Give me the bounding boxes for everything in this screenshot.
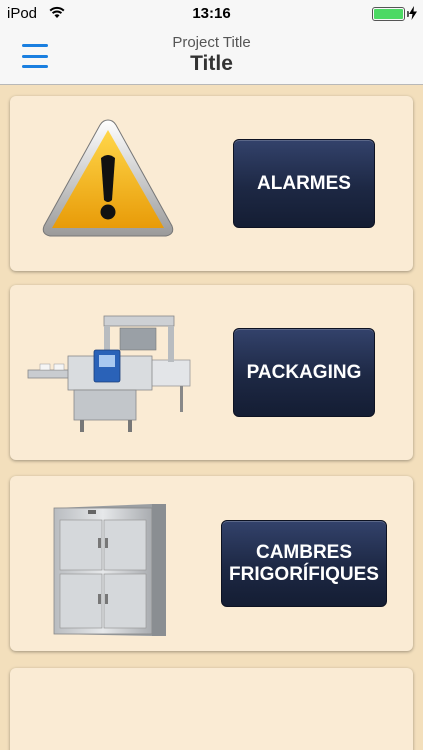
cambres-card[interactable]: CAMBRES FRIGORÍFIQUES [10,476,413,651]
navigation-bar: Project Title Title [0,28,423,85]
status-time: 13:16 [192,5,231,22]
status-bar: iPod 13:16 [0,0,423,28]
packaging-card[interactable]: PACKAGING [10,285,413,460]
cold-storage-room-icon [53,504,166,636]
cambres-frigorifiques-button[interactable]: CAMBRES FRIGORÍFIQUES [221,520,387,607]
alarmes-button[interactable]: ALARMES [233,139,375,228]
alarmes-card[interactable]: ALARMES [10,96,413,271]
battery-icon [372,7,405,21]
packaging-machine-icon [27,315,191,432]
project-title: Project Title [172,34,251,51]
page-title: Title [190,52,233,75]
warning-sign-icon [42,119,174,237]
empty-card [10,668,413,750]
battery-level [374,9,403,19]
nav-titles: Project Title Title [0,34,423,76]
charging-bolt-icon [409,6,417,20]
packaging-button[interactable]: PACKAGING [233,328,375,417]
